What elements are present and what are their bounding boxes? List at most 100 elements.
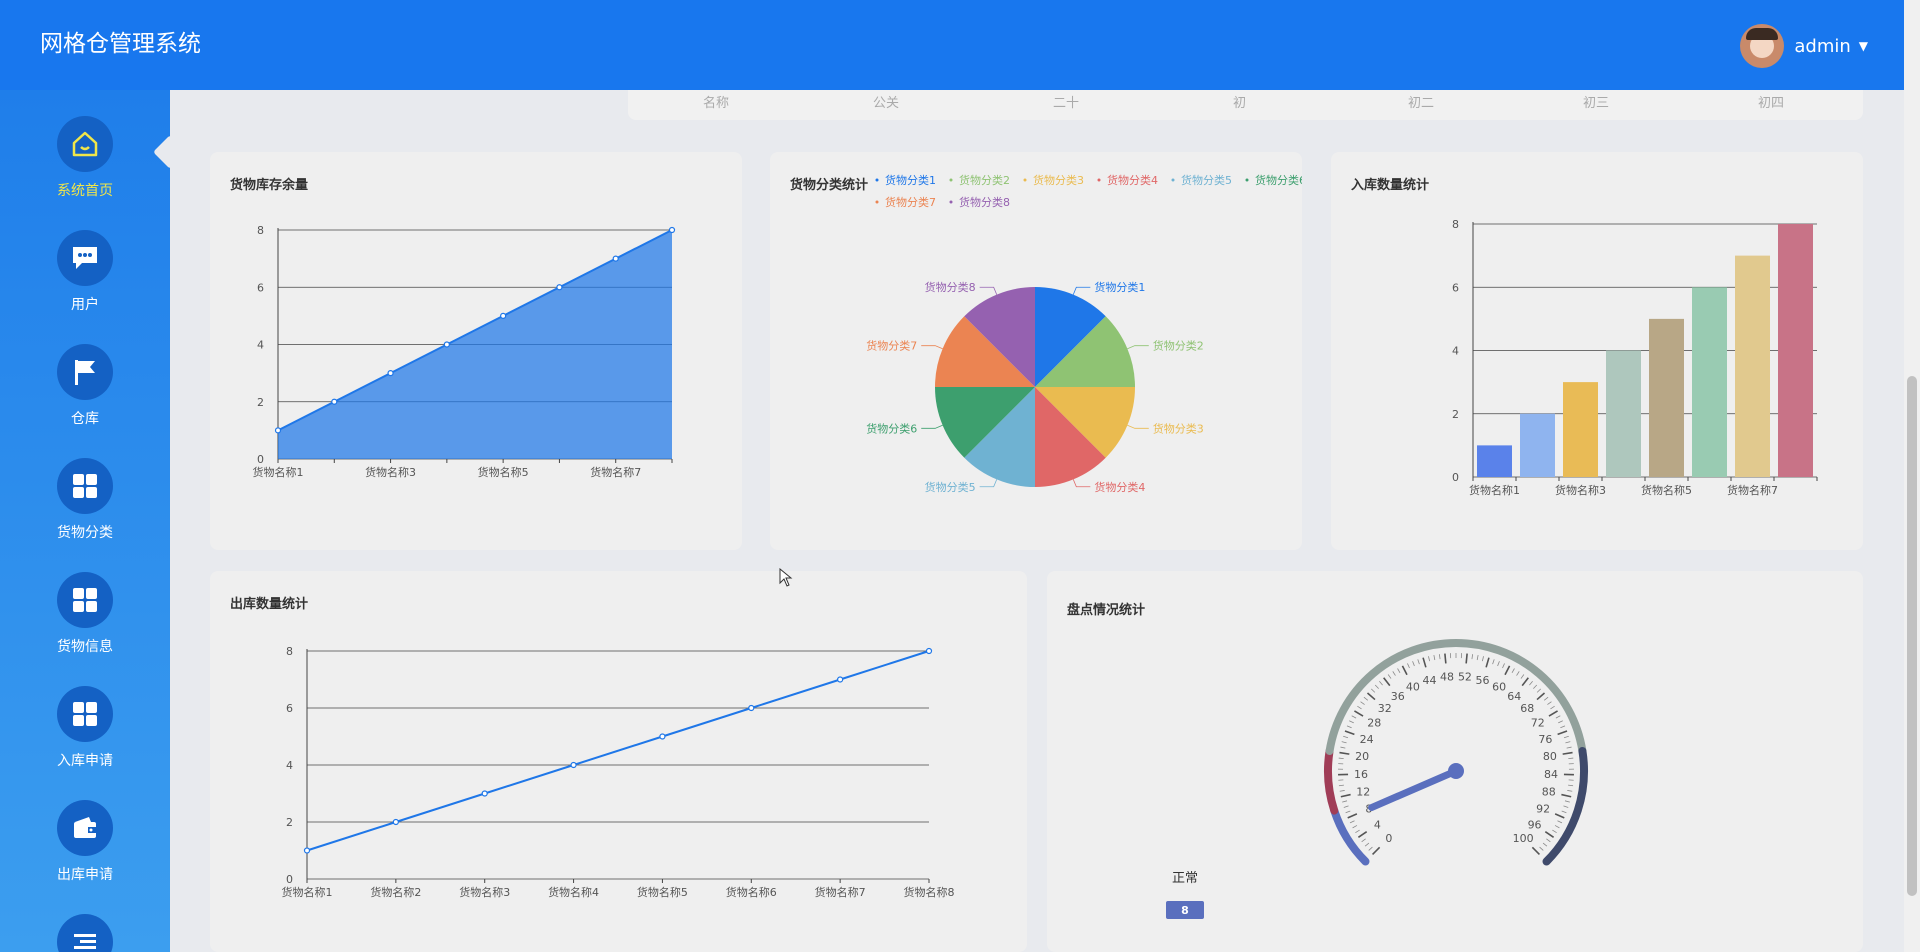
y-tick-label: 6 [286, 702, 293, 715]
sidebar-item-inbound-request[interactable]: 入库申请 [0, 686, 170, 770]
gauge-tick-label: 36 [1391, 690, 1405, 703]
label-leader-line [921, 345, 943, 350]
gauge-tick [1392, 671, 1396, 676]
user-menu[interactable]: admin ▼ [1740, 24, 1868, 68]
gauge-tick [1352, 825, 1358, 829]
gauge-tick [1568, 784, 1574, 787]
gauge-tick [1547, 701, 1552, 705]
stock-area-chart: 0 2 4 6 8 货物名称1 货物名称3 货物名称5 货物名称7 [253, 224, 676, 479]
gauge-tick [1339, 751, 1350, 755]
gauge-tick-label: 28 [1367, 717, 1381, 730]
gauge-tick-label: 76 [1538, 733, 1552, 746]
chevron-down-icon[interactable]: ▼ [1859, 39, 1868, 53]
grid-icon [73, 702, 97, 726]
gauge-tick-label: 88 [1542, 786, 1556, 799]
y-tick-label: 8 [1452, 218, 1459, 231]
slice-label: 货物分类2 [1153, 339, 1204, 353]
inventory-gauge-chart: 0481216202428323640444852566064687276808… [1166, 639, 1588, 919]
sidebar-item-users[interactable]: 用户 [0, 230, 170, 314]
slice-label: 货物分类5 [925, 480, 976, 494]
scrollbar-thumb[interactable] [1907, 376, 1917, 896]
sidebar-item-label: 入库申请 [57, 753, 113, 769]
sidebar-item-goods-category[interactable]: 货物分类 [0, 458, 170, 542]
gauge-tick [1485, 657, 1490, 668]
x-tick-label: 货物名称7 [590, 465, 641, 479]
gauge-tick [1471, 654, 1474, 660]
gauge-tick [1360, 701, 1365, 705]
y-tick-label: 8 [257, 224, 264, 237]
sidebar-item-label: 货物信息 [57, 639, 113, 655]
gauge-tick [1521, 677, 1529, 687]
gauge-tick [1366, 692, 1376, 701]
gauge-tick [1564, 800, 1570, 803]
gauge-pivot [1448, 763, 1464, 779]
data-point [556, 284, 563, 291]
gauge-tick [1433, 655, 1436, 661]
list-icon [74, 934, 96, 949]
data-point [331, 398, 338, 405]
sidebar-item-goods-info[interactable]: 货物信息 [0, 572, 170, 656]
data-point [500, 312, 507, 319]
summary-table-strip: 名称 公关 二十 初 初二 初三 初四 [628, 90, 1863, 120]
gauge-tick [1550, 705, 1555, 710]
data-point [925, 647, 933, 655]
x-tick-label: 货物名称3 [459, 885, 510, 899]
sidebar-item-outbound-request[interactable]: 出库申请 [0, 800, 170, 884]
category-pie-chart: 货物分类1 货物分类2 货物分类3 货物分类4 货物分类5 货物分类6 货物分类7 货物分类8… [866, 173, 1302, 494]
gauge-tick [1560, 725, 1566, 729]
gauge-tick [1339, 790, 1345, 792]
username[interactable]: admin [1794, 36, 1850, 57]
gauge-tick-label: 72 [1531, 717, 1545, 730]
slice-label: 货物分类1 [1094, 280, 1145, 294]
gauge-tick-label: 60 [1492, 680, 1506, 693]
app-title: 网格仓管理系统 [40, 31, 201, 57]
slice-label: 货物分类7 [866, 339, 917, 353]
table-cell: 公关 [873, 96, 900, 111]
gauge-tick [1343, 735, 1349, 739]
gauge-tick [1567, 790, 1573, 792]
sidebar-item-home[interactable]: 系统首页 [0, 116, 170, 200]
gauge-tick-label: 80 [1543, 750, 1557, 763]
sidebar-item-warehouse[interactable]: 仓库 [0, 344, 170, 428]
label-leader-line [1127, 424, 1149, 429]
gauge-tick [1444, 653, 1447, 664]
data-point [837, 676, 844, 683]
gauge-tick [1563, 735, 1569, 739]
gauge-pointer [1368, 767, 1460, 812]
bar [1692, 287, 1727, 477]
gauge-tick [1397, 668, 1401, 674]
gauge-tick [1364, 842, 1370, 847]
y-tick-label: 2 [1452, 408, 1459, 421]
gauge-tick [1552, 829, 1557, 833]
legend-marker [1245, 178, 1249, 182]
legend-marker [875, 178, 879, 182]
table-cell: 初四 [1758, 96, 1785, 111]
gauge-tick [1379, 681, 1383, 686]
gauge-tick [1502, 663, 1505, 669]
bar [1735, 255, 1770, 477]
data-point [481, 790, 488, 797]
grid-icon [73, 588, 97, 612]
gauge-tick [1355, 829, 1360, 833]
y-tick-label: 2 [257, 396, 264, 409]
vertical-scrollbar[interactable] [1904, 0, 1920, 952]
gauge-band [1324, 746, 1339, 815]
avatar[interactable] [1740, 24, 1785, 68]
gauge-tick [1520, 674, 1525, 679]
gauge-tick-label: 84 [1544, 768, 1558, 781]
gauge-tick [1561, 793, 1572, 798]
legend-item: 货物分类1 [885, 173, 936, 187]
bar [1520, 413, 1555, 477]
bar [1649, 318, 1684, 477]
gauge-tick [1539, 846, 1544, 851]
y-tick-label: 0 [1452, 471, 1459, 484]
y-tick-label: 4 [286, 759, 293, 772]
x-tick-label: 货物名称5 [478, 465, 529, 479]
sidebar-item-more[interactable] [0, 914, 170, 952]
gauge-tick [1387, 674, 1392, 679]
table-cell: 初三 [1583, 96, 1610, 111]
wallet-icon [74, 817, 96, 838]
inbound-bar-chart: 0 2 4 6 8 货物名称1 货物名称3 货物名称5 货物名称7 [1452, 218, 1818, 497]
gauge-tick [1504, 665, 1511, 676]
gauge-name: 正常 [1172, 871, 1198, 886]
